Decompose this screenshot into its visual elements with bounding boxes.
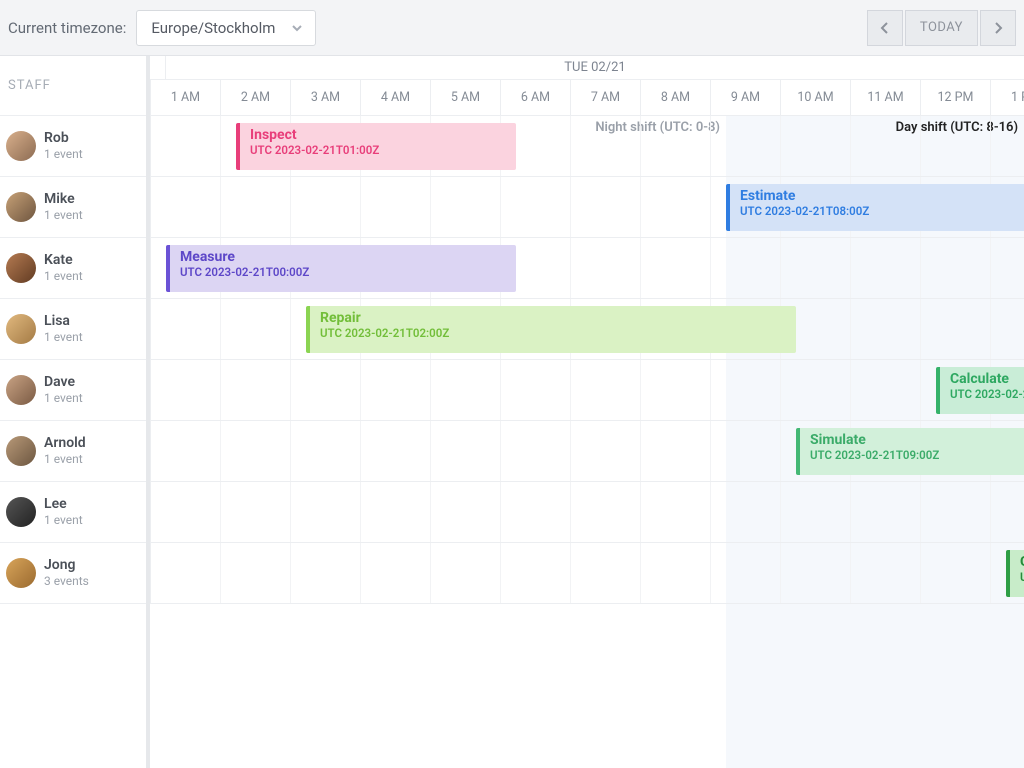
- hour-header-cell: 2 AM: [221, 80, 291, 115]
- hour-header-cell: 1 AM: [151, 80, 221, 115]
- staff-event-count: 1 event: [44, 391, 83, 406]
- event-subtitle: UTC 2023-02-21T09:00Z: [810, 448, 1024, 462]
- staff-event-count: 1 event: [44, 269, 83, 284]
- prev-day-button[interactable]: [867, 10, 903, 46]
- timezone-value: Europe/Stockholm: [151, 19, 275, 37]
- timeline-row[interactable]: SimulateUTC 2023-02-21T09:00Z: [150, 421, 1024, 482]
- staff-event-count: 1 event: [44, 452, 86, 467]
- event[interactable]: MeasureUTC 2023-02-21T00:00Z: [166, 245, 516, 292]
- staff-event-count: 1 event: [44, 330, 83, 345]
- avatar: [6, 314, 36, 344]
- staff-event-count: 3 events: [44, 574, 89, 589]
- timezone-label: Current timezone:: [8, 19, 126, 37]
- avatar: [6, 375, 36, 405]
- timeline-row[interactable]: [150, 482, 1024, 543]
- timezone-select[interactable]: Europe/Stockholm: [136, 10, 316, 46]
- timeline[interactable]: TUE 02/21 1 AM2 AM3 AM4 AM5 AM6 AM7 AM8 …: [150, 56, 1024, 768]
- timeline-row[interactable]: CalculateUTC 2023-02-21T11:00Z: [150, 360, 1024, 421]
- avatar: [6, 558, 36, 588]
- staff-sidebar: STAFF Rob1 eventMike1 eventKate1 eventLi…: [0, 56, 150, 768]
- staff-event-count: 1 event: [44, 513, 83, 528]
- timeline-row[interactable]: RepairUTC 2023-02-21T02:00Z: [150, 299, 1024, 360]
- staff-row[interactable]: Jong3 events: [0, 543, 146, 604]
- event[interactable]: RepairUTC 2023-02-21T02:00Z: [306, 306, 796, 353]
- staff-name: Dave: [44, 374, 83, 392]
- event-title: Simulate: [810, 432, 1024, 448]
- today-button[interactable]: TODAY: [905, 10, 978, 46]
- event-title: Measure: [180, 249, 506, 265]
- staff-name: Rob: [44, 130, 83, 148]
- staff-row[interactable]: Lisa1 event: [0, 299, 146, 360]
- staff-row[interactable]: Arnold1 event: [0, 421, 146, 482]
- hour-header-cell: 6 AM: [501, 80, 571, 115]
- event-subtitle: UTC 2023-02-21T02:00Z: [320, 326, 786, 340]
- event-subtitle: UTC 2023-02-21T08:00Z: [740, 204, 1024, 218]
- event-title: Order: [1020, 554, 1024, 570]
- event-subtitle: UTC 2023-02-21T11:00Z: [950, 387, 1024, 401]
- hour-header-cell: 9 AM: [711, 80, 781, 115]
- hour-header-cell: 11 AM: [851, 80, 921, 115]
- next-day-button[interactable]: [980, 10, 1016, 46]
- hour-header-cell: 12 PM: [921, 80, 991, 115]
- hour-header-cell: 7 AM: [571, 80, 641, 115]
- avatar: [6, 253, 36, 283]
- staff-row[interactable]: Rob1 event: [0, 116, 146, 177]
- hour-header-cell: 10 AM: [781, 80, 851, 115]
- event-title: Inspect: [250, 127, 506, 143]
- staff-event-count: 1 event: [44, 147, 83, 162]
- event-subtitle: UTC 2023-02-21T01:00Z: [250, 143, 506, 157]
- timeline-row[interactable]: OrderUTC: [150, 543, 1024, 604]
- topbar: Current timezone: Europe/Stockholm TODAY: [0, 0, 1024, 56]
- chevron-down-icon: [291, 22, 303, 34]
- staff-name: Mike: [44, 191, 83, 209]
- timeline-row[interactable]: InspectUTC 2023-02-21T01:00Z: [150, 116, 1024, 177]
- staff-column-header: STAFF: [0, 56, 146, 116]
- event[interactable]: OrderUTC: [1006, 550, 1024, 597]
- scheduler: STAFF Rob1 eventMike1 eventKate1 eventLi…: [0, 56, 1024, 768]
- avatar: [6, 131, 36, 161]
- staff-row[interactable]: Dave1 event: [0, 360, 146, 421]
- staff-name: Lisa: [44, 313, 83, 331]
- hour-header-cell: 1 PM: [991, 80, 1024, 115]
- hour-header-cell: 3 AM: [291, 80, 361, 115]
- hour-header-cell: 4 AM: [361, 80, 431, 115]
- date-header-label: TUE 02/21: [166, 56, 1024, 79]
- event-subtitle: UTC: [1020, 570, 1024, 584]
- staff-row[interactable]: Mike1 event: [0, 177, 146, 238]
- event[interactable]: EstimateUTC 2023-02-21T08:00Z: [726, 184, 1024, 231]
- hour-header: 1 AM2 AM3 AM4 AM5 AM6 AM7 AM8 AM9 AM10 A…: [150, 80, 1024, 116]
- staff-name: Arnold: [44, 435, 86, 453]
- event-subtitle: UTC 2023-02-21T00:00Z: [180, 265, 506, 279]
- date-nav: TODAY: [867, 10, 1016, 46]
- event[interactable]: CalculateUTC 2023-02-21T11:00Z: [936, 367, 1024, 414]
- event-title: Estimate: [740, 188, 1024, 204]
- date-header: TUE 02/21: [150, 56, 1024, 80]
- event[interactable]: SimulateUTC 2023-02-21T09:00Z: [796, 428, 1024, 475]
- timeline-row[interactable]: MeasureUTC 2023-02-21T00:00Z: [150, 238, 1024, 299]
- staff-name: Kate: [44, 252, 83, 270]
- avatar: [6, 497, 36, 527]
- event-title: Repair: [320, 310, 786, 326]
- staff-row[interactable]: Kate1 event: [0, 238, 146, 299]
- event[interactable]: InspectUTC 2023-02-21T01:00Z: [236, 123, 516, 170]
- staff-event-count: 1 event: [44, 208, 83, 223]
- hour-header-cell: 8 AM: [641, 80, 711, 115]
- avatar: [6, 192, 36, 222]
- staff-name: Jong: [44, 557, 89, 575]
- staff-name: Lee: [44, 496, 83, 514]
- avatar: [6, 436, 36, 466]
- timeline-grid: InspectUTC 2023-02-21T01:00ZEstimateUTC …: [150, 116, 1024, 604]
- staff-row[interactable]: Lee1 event: [0, 482, 146, 543]
- timeline-row[interactable]: EstimateUTC 2023-02-21T08:00Z: [150, 177, 1024, 238]
- hour-header-cell: 5 AM: [431, 80, 501, 115]
- event-title: Calculate: [950, 371, 1024, 387]
